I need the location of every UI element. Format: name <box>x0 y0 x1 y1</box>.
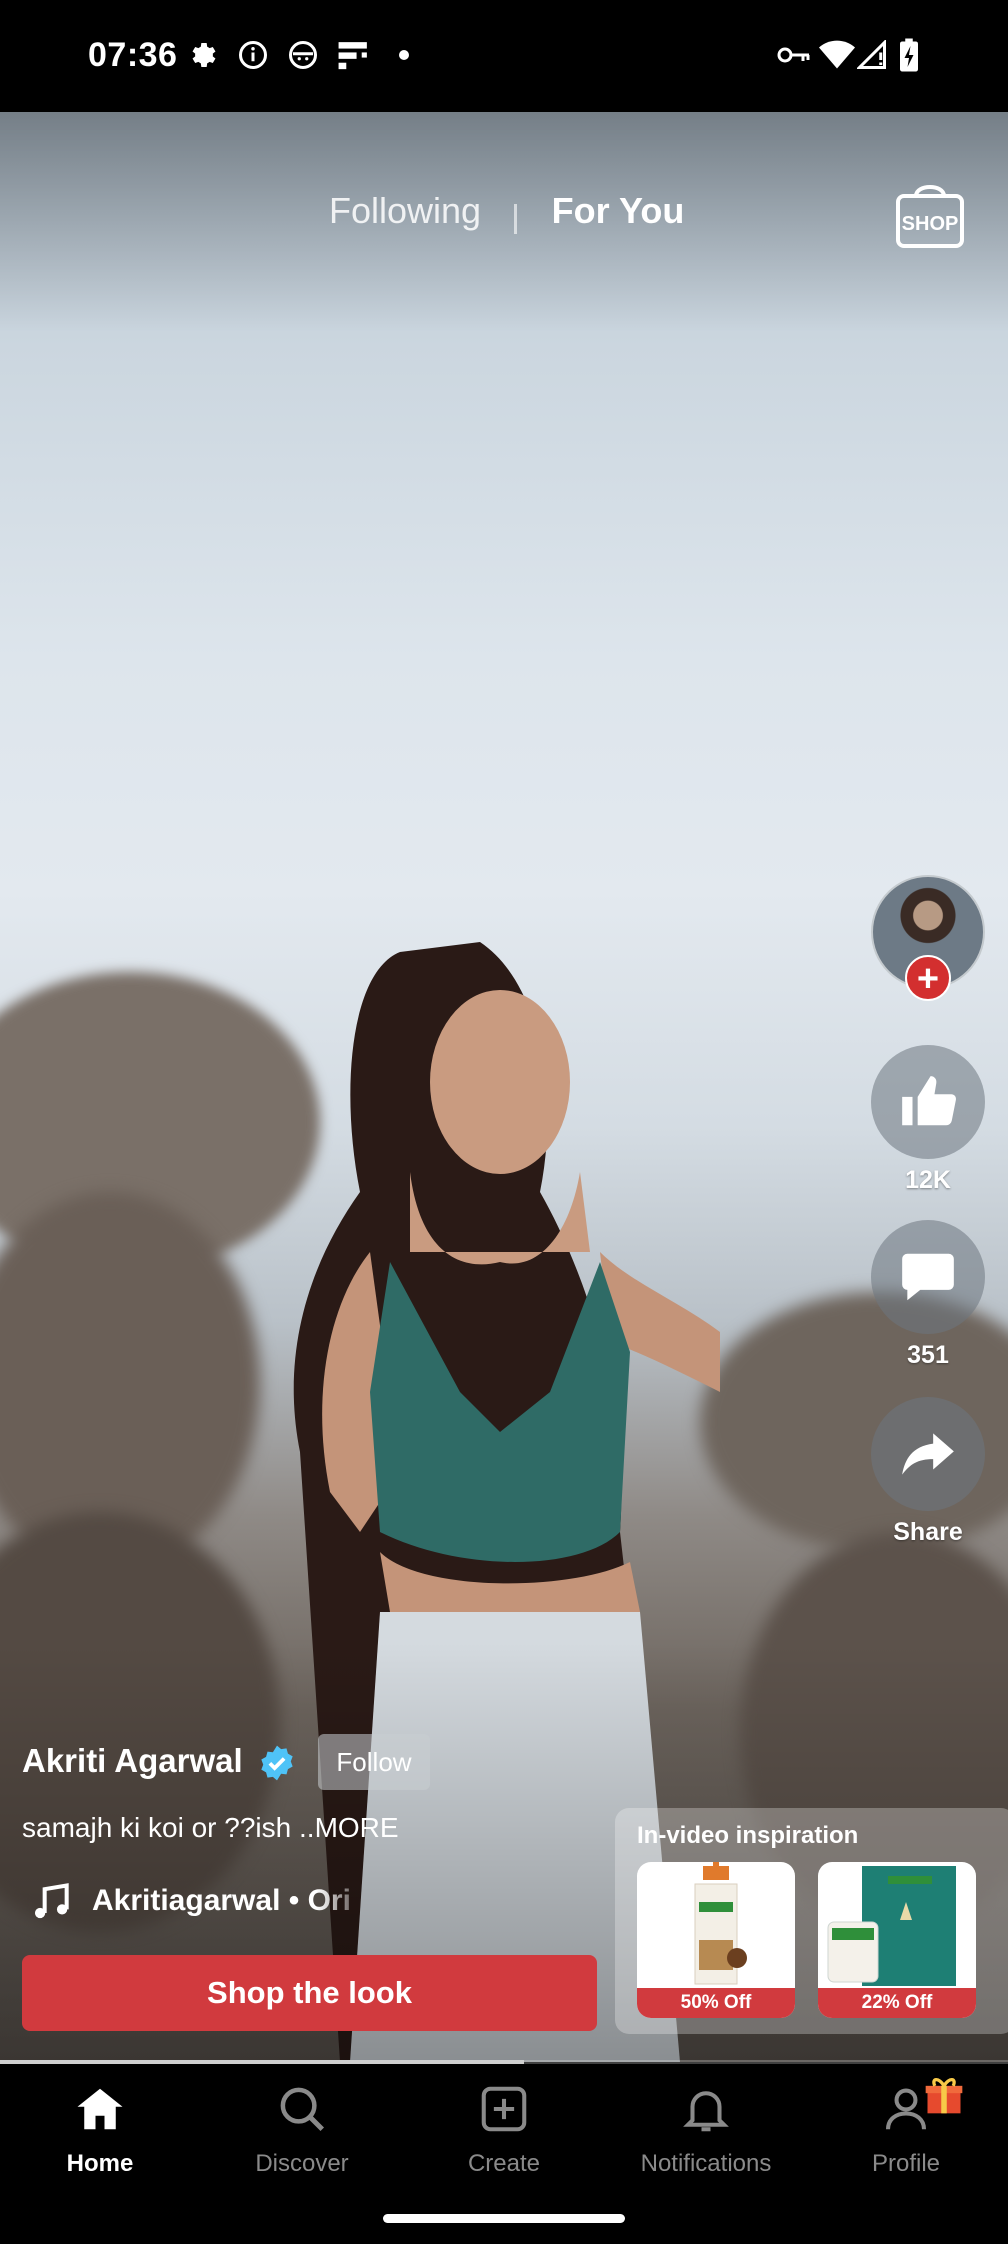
shopping-bag-icon: SHOP <box>896 185 964 248</box>
gift-icon <box>925 2078 963 2114</box>
face-icon <box>286 38 320 72</box>
product-image <box>694 1862 747 1985</box>
shop-button[interactable]: SHOP <box>892 180 968 250</box>
follow-plus-button[interactable]: + <box>905 955 951 1001</box>
search-icon <box>280 2087 325 2132</box>
creator-name[interactable]: Akriti Agarwal <box>22 1742 243 1780</box>
cell-signal-icon <box>856 38 888 72</box>
dot-icon <box>394 38 414 72</box>
nav-home-label: Home <box>66 2150 134 2177</box>
bell-icon <box>683 2091 729 2132</box>
like-count: 12K <box>905 1166 951 1194</box>
product-discount-badge: 50% Off <box>637 1988 795 2018</box>
status-time: 07:36 <box>88 36 178 74</box>
shop-the-look-button[interactable]: Shop the look <box>22 1955 597 2031</box>
video-caption[interactable]: samajh ki koi or ??ish ..MORE <box>22 1812 399 1844</box>
verified-badge-icon <box>258 1744 296 1782</box>
shop-label: SHOP <box>902 213 959 235</box>
product-discount-badge: 22% Off <box>818 1988 976 2018</box>
product-card[interactable]: 22% Off <box>818 1862 976 2018</box>
create-plus-icon <box>481 2086 527 2132</box>
music-title: Akritiagarwal • Ori <box>92 1884 351 1917</box>
nav-home[interactable]: Home <box>0 2082 200 2178</box>
nav-discover-label: Discover <box>255 2150 349 2177</box>
nav-create[interactable]: Create <box>404 2082 604 2178</box>
flipboard-icon <box>334 38 374 72</box>
thumbs-up-icon <box>902 1076 956 1126</box>
home-icon <box>77 2088 123 2130</box>
app-screen: 07:36 Following For You SHOP + 12K 351 S… <box>0 0 1008 2244</box>
tab-for-you[interactable]: For You <box>530 190 706 232</box>
comment-button[interactable] <box>871 1220 985 1334</box>
vpn-key-icon <box>776 38 812 72</box>
status-bar: 07:36 <box>0 0 1008 112</box>
share-button[interactable] <box>871 1397 985 1511</box>
share-arrow-icon <box>902 1433 954 1475</box>
feed-tabs: Following For You <box>0 190 1008 250</box>
comment-bubble-icon <box>902 1253 954 1301</box>
product-card[interactable]: 50% Off <box>637 1862 795 2018</box>
like-button[interactable] <box>871 1045 985 1159</box>
home-indicator[interactable] <box>383 2214 625 2223</box>
wifi-icon <box>818 38 856 72</box>
nav-profile[interactable]: Profile <box>806 2078 1006 2178</box>
comment-count: 351 <box>907 1341 949 1369</box>
nav-discover[interactable]: Discover <box>202 2082 402 2178</box>
in-video-inspiration-panel: In-video inspiration 50% Off 22% Off <box>615 1808 1008 2034</box>
tab-following[interactable]: Following <box>300 190 510 232</box>
nav-notifications-label: Notifications <box>640 2150 772 2177</box>
share-label: Share <box>893 1518 963 1546</box>
follow-button[interactable]: Follow <box>318 1734 430 1790</box>
nav-notifications[interactable]: Notifications <box>606 2082 806 2178</box>
info-icon <box>236 38 270 72</box>
tab-divider <box>514 204 517 234</box>
music-note-icon <box>30 1880 74 1924</box>
settings-gear-icon <box>186 38 222 72</box>
battery-charging-icon <box>896 38 922 72</box>
nav-profile-label: Profile <box>871 2150 941 2177</box>
nav-create-label: Create <box>467 2150 541 2177</box>
inspiration-title: In-video inspiration <box>637 1822 859 1849</box>
product-image <box>827 1866 956 1986</box>
